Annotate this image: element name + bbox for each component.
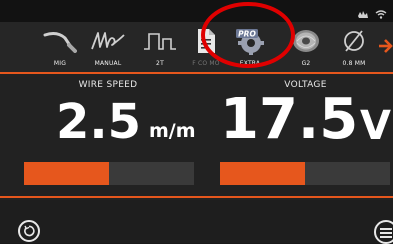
- nav-diameter-label: 0.8 MM: [342, 60, 366, 67]
- document-icon: [195, 28, 217, 54]
- wire-spool-icon: [290, 28, 322, 54]
- wire-speed-unit: m/m: [149, 120, 196, 142]
- wire-speed-title: WIRE SPEED: [78, 80, 138, 90]
- hand-icon: [357, 4, 369, 23]
- voltage-value: 17.5: [220, 87, 359, 152]
- wire-speed-panel[interactable]: WIRE SPEED 2.5 m/m: [22, 76, 196, 190]
- nav-program[interactable]: F CO MO: [184, 22, 228, 72]
- nav-program-label: F CO MO: [192, 60, 220, 67]
- bottom-bar: [0, 200, 393, 244]
- status-bar: [0, 0, 393, 22]
- voltage-unit: V: [360, 103, 391, 149]
- nav-g2-label: G2: [301, 60, 311, 67]
- nav-g2[interactable]: G2: [284, 22, 328, 72]
- nav-2t[interactable]: 2T: [138, 22, 182, 72]
- menu-button[interactable]: [374, 220, 393, 244]
- nav-extra[interactable]: PRO EXTRA: [228, 22, 272, 72]
- reset-button[interactable]: [18, 220, 40, 242]
- arrow-right-icon[interactable]: [378, 36, 393, 56]
- manual-signature-icon: [90, 28, 126, 54]
- nav-mig-label: MIG: [53, 60, 67, 67]
- nav-diameter[interactable]: 0.8 MM: [332, 22, 376, 72]
- welder-screen: MIG MANUAL 2T F CO MO PRO EXTRA G2 0.8 M…: [0, 0, 393, 244]
- trigger-pulse-icon: [143, 28, 177, 54]
- nav-2t-label: 2T: [156, 60, 164, 67]
- menu-icon: [380, 223, 392, 242]
- nav-extra-label: EXTRA: [239, 60, 261, 67]
- reset-icon: [23, 222, 35, 241]
- pro-gear-icon: PRO: [232, 28, 268, 55]
- nav-manual-label: MANUAL: [94, 60, 122, 67]
- wire-speed-bar[interactable]: [24, 162, 194, 185]
- mode-navigation: MIG MANUAL 2T F CO MO PRO EXTRA G2 0.8 M…: [0, 22, 393, 72]
- voltage-bar[interactable]: [220, 162, 390, 185]
- pro-badge: PRO: [238, 30, 256, 39]
- nav-manual[interactable]: MANUAL: [86, 22, 130, 72]
- torch-icon: [43, 28, 77, 54]
- voltage-bar-fill: [220, 162, 305, 185]
- nav-mig[interactable]: MIG: [38, 22, 82, 72]
- voltage-panel[interactable]: VOLTAGE 17.5 V: [218, 76, 393, 190]
- divider-top: [0, 72, 393, 74]
- wire-speed-value: 2.5: [56, 94, 142, 150]
- divider-bottom: [0, 196, 393, 198]
- diameter-icon: [341, 28, 367, 54]
- wifi-icon: [375, 4, 387, 23]
- wire-speed-bar-fill: [24, 162, 109, 185]
